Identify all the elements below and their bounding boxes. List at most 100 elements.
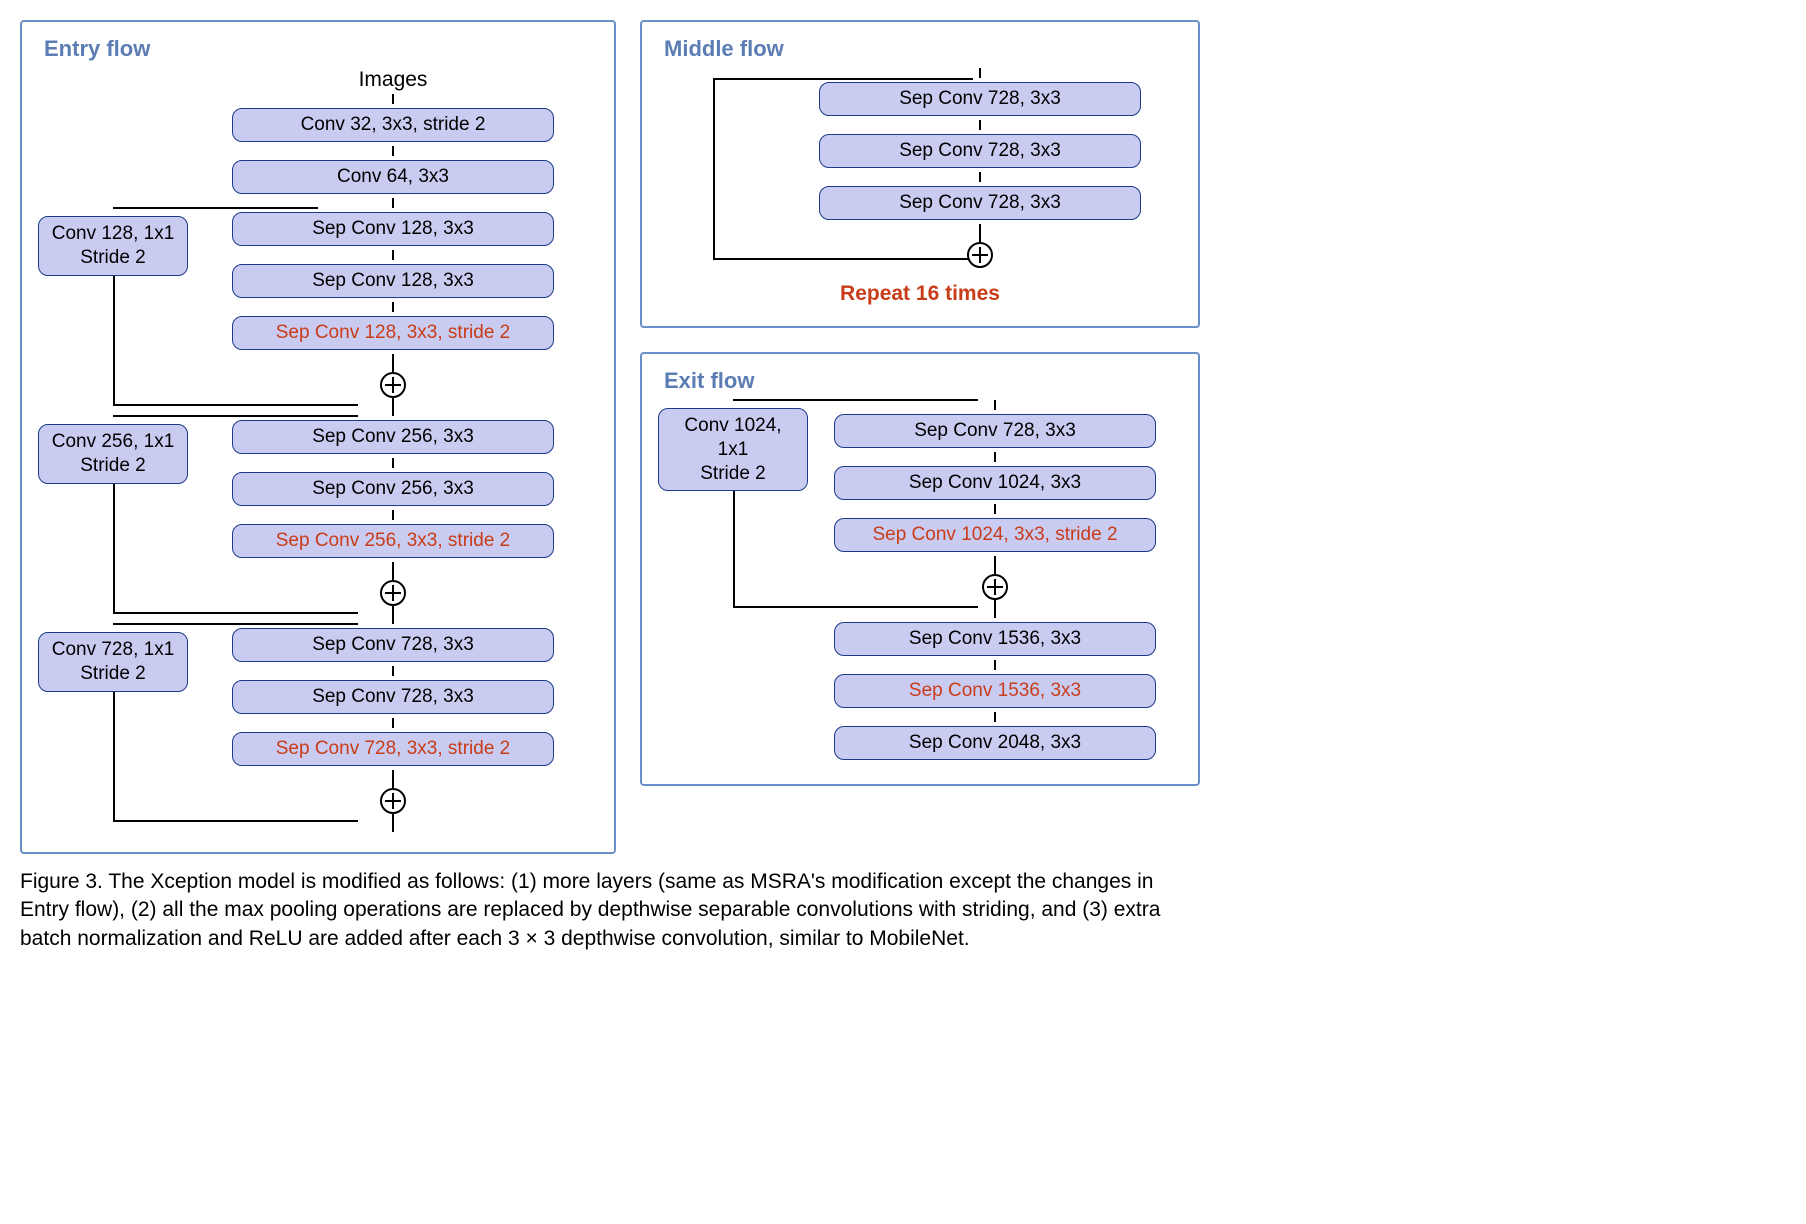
side-conv-box: Conv 728, 1x1 Stride 2 — [38, 632, 188, 692]
connector — [392, 250, 394, 260]
skip-hwire-top — [113, 207, 318, 209]
side-conv-box: Conv 1024, 1x1 Stride 2 — [658, 408, 808, 491]
connector — [392, 666, 394, 676]
layer-box: Sep Conv 728, 3x3 — [819, 134, 1141, 168]
entry-block-1: Conv 128, 1x1 Stride 2 Sep Conv 128, 3x3… — [38, 208, 598, 416]
layer-box-hl: Sep Conv 256, 3x3, stride 2 — [232, 524, 554, 558]
layer-box: Sep Conv 256, 3x3 — [232, 420, 554, 454]
connector — [979, 224, 981, 242]
middle-block: Sep Conv 728, 3x3 Sep Conv 728, 3x3 Sep … — [658, 68, 1182, 268]
skip-vwire — [713, 78, 715, 260]
connector — [392, 94, 394, 104]
layer-box: Sep Conv 728, 3x3 — [232, 628, 554, 662]
layer-box: Sep Conv 1024, 3x3 — [834, 466, 1156, 500]
connector — [392, 198, 394, 208]
layer-box: Sep Conv 2048, 3x3 — [834, 726, 1156, 760]
side-conv-text: Conv 728, 1x1 Stride 2 — [52, 639, 175, 684]
add-node-icon — [380, 788, 406, 814]
add-node-icon — [380, 580, 406, 606]
entry-stem-group: Images Conv 32, 3x3, stride 2 Conv 64, 3… — [38, 68, 598, 208]
connector — [994, 452, 996, 462]
side-slot-empty — [658, 618, 808, 627]
entry-block-stack: Sep Conv 728, 3x3 Sep Conv 728, 3x3 Sep … — [188, 624, 598, 832]
skip-hwire-top — [733, 399, 978, 401]
connector — [994, 504, 996, 514]
side-slot: Conv 256, 1x1 Stride 2 — [38, 416, 188, 484]
skip-hwire-top — [713, 78, 973, 80]
side-slot: Conv 1024, 1x1 Stride 2 — [658, 400, 808, 491]
layer-box: Sep Conv 256, 3x3 — [232, 472, 554, 506]
connector — [392, 562, 394, 580]
entry-block-3: Conv 728, 1x1 Stride 2 Sep Conv 728, 3x3… — [38, 624, 598, 832]
exit-title: Exit flow — [664, 368, 1182, 394]
layer-box: Conv 32, 3x3, stride 2 — [232, 108, 554, 142]
layer-box: Sep Conv 728, 3x3 — [819, 82, 1141, 116]
middle-repeat-label: Repeat 16 times — [658, 282, 1182, 306]
exit-block: Conv 1024, 1x1 Stride 2 Sep Conv 728, 3x… — [658, 400, 1182, 618]
connector — [392, 302, 394, 312]
skip-vwire — [113, 272, 115, 406]
layer-box: Sep Conv 728, 3x3 — [834, 414, 1156, 448]
middle-title: Middle flow — [664, 36, 1182, 62]
figure-caption: Figure 3. The Xception model is modified… — [20, 868, 1200, 953]
right-column: Middle flow Sep Conv 728, 3x3 Sep Conv 7… — [640, 20, 1200, 786]
layer-box-hl: Sep Conv 128, 3x3, stride 2 — [232, 316, 554, 350]
layer-box-hl: Sep Conv 728, 3x3, stride 2 — [232, 732, 554, 766]
exit-block-stack: Sep Conv 728, 3x3 Sep Conv 1024, 3x3 Sep… — [808, 400, 1182, 618]
connector — [994, 400, 996, 410]
layer-box: Sep Conv 128, 3x3 — [232, 264, 554, 298]
side-slot: Conv 128, 1x1 Stride 2 — [38, 208, 188, 276]
skip-hwire-top — [113, 623, 358, 625]
diagram-row: Entry flow Images Conv 32, 3x3, stride 2… — [20, 20, 1786, 854]
layer-box: Sep Conv 128, 3x3 — [232, 212, 554, 246]
connector — [994, 712, 996, 722]
middle-stack: Sep Conv 728, 3x3 Sep Conv 728, 3x3 Sep … — [778, 68, 1182, 268]
connector — [979, 120, 981, 130]
layer-box-hl: Sep Conv 1536, 3x3 — [834, 674, 1156, 708]
add-node-icon — [967, 242, 993, 268]
side-conv-box: Conv 256, 1x1 Stride 2 — [38, 424, 188, 484]
connector — [979, 172, 981, 182]
skip-hwire-bot — [113, 612, 358, 614]
skip-hwire-bot — [113, 820, 358, 822]
skip-vwire — [113, 480, 115, 614]
connector — [994, 660, 996, 670]
layer-box: Sep Conv 1536, 3x3 — [834, 622, 1156, 656]
connector — [994, 600, 996, 618]
entry-title: Entry flow — [44, 36, 598, 62]
connector — [392, 606, 394, 624]
connector — [392, 398, 394, 416]
middle-flow-panel: Middle flow Sep Conv 728, 3x3 Sep Conv 7… — [640, 20, 1200, 328]
layer-box: Conv 64, 3x3 — [232, 160, 554, 194]
skip-hwire-bot — [113, 404, 358, 406]
entry-block-2: Conv 256, 1x1 Stride 2 Sep Conv 256, 3x3… — [38, 416, 598, 624]
side-conv-text: Conv 1024, 1x1 Stride 2 — [684, 415, 781, 484]
connector — [392, 770, 394, 788]
entry-stem-stack: Images Conv 32, 3x3, stride 2 Conv 64, 3… — [188, 68, 598, 208]
side-slot-empty — [658, 68, 778, 77]
connector — [994, 556, 996, 574]
side-slot-empty — [38, 68, 188, 77]
entry-block-stack: Sep Conv 128, 3x3 Sep Conv 128, 3x3 Sep … — [188, 208, 598, 416]
entry-input-label: Images — [188, 68, 598, 92]
connector — [392, 354, 394, 372]
layer-box-hl: Sep Conv 1024, 3x3, stride 2 — [834, 518, 1156, 552]
exit-tail: Sep Conv 1536, 3x3 Sep Conv 1536, 3x3 Se… — [658, 618, 1182, 764]
layer-box: Sep Conv 728, 3x3 — [819, 186, 1141, 220]
entry-block-stack: Sep Conv 256, 3x3 Sep Conv 256, 3x3 Sep … — [188, 416, 598, 624]
exit-flow-panel: Exit flow Conv 1024, 1x1 Stride 2 Sep Co… — [640, 352, 1200, 786]
connector — [392, 814, 394, 832]
skip-hwire-top — [113, 415, 358, 417]
exit-tail-stack: Sep Conv 1536, 3x3 Sep Conv 1536, 3x3 Se… — [808, 618, 1182, 764]
side-conv-box: Conv 128, 1x1 Stride 2 — [38, 216, 188, 276]
connector — [392, 510, 394, 520]
connector — [392, 718, 394, 728]
connector — [392, 146, 394, 156]
connector — [392, 458, 394, 468]
connector — [979, 68, 981, 78]
add-node-icon — [380, 372, 406, 398]
side-slot: Conv 728, 1x1 Stride 2 — [38, 624, 188, 692]
skip-hwire-bot — [733, 606, 978, 608]
side-conv-text: Conv 128, 1x1 Stride 2 — [52, 223, 175, 268]
entry-flow-panel: Entry flow Images Conv 32, 3x3, stride 2… — [20, 20, 616, 854]
